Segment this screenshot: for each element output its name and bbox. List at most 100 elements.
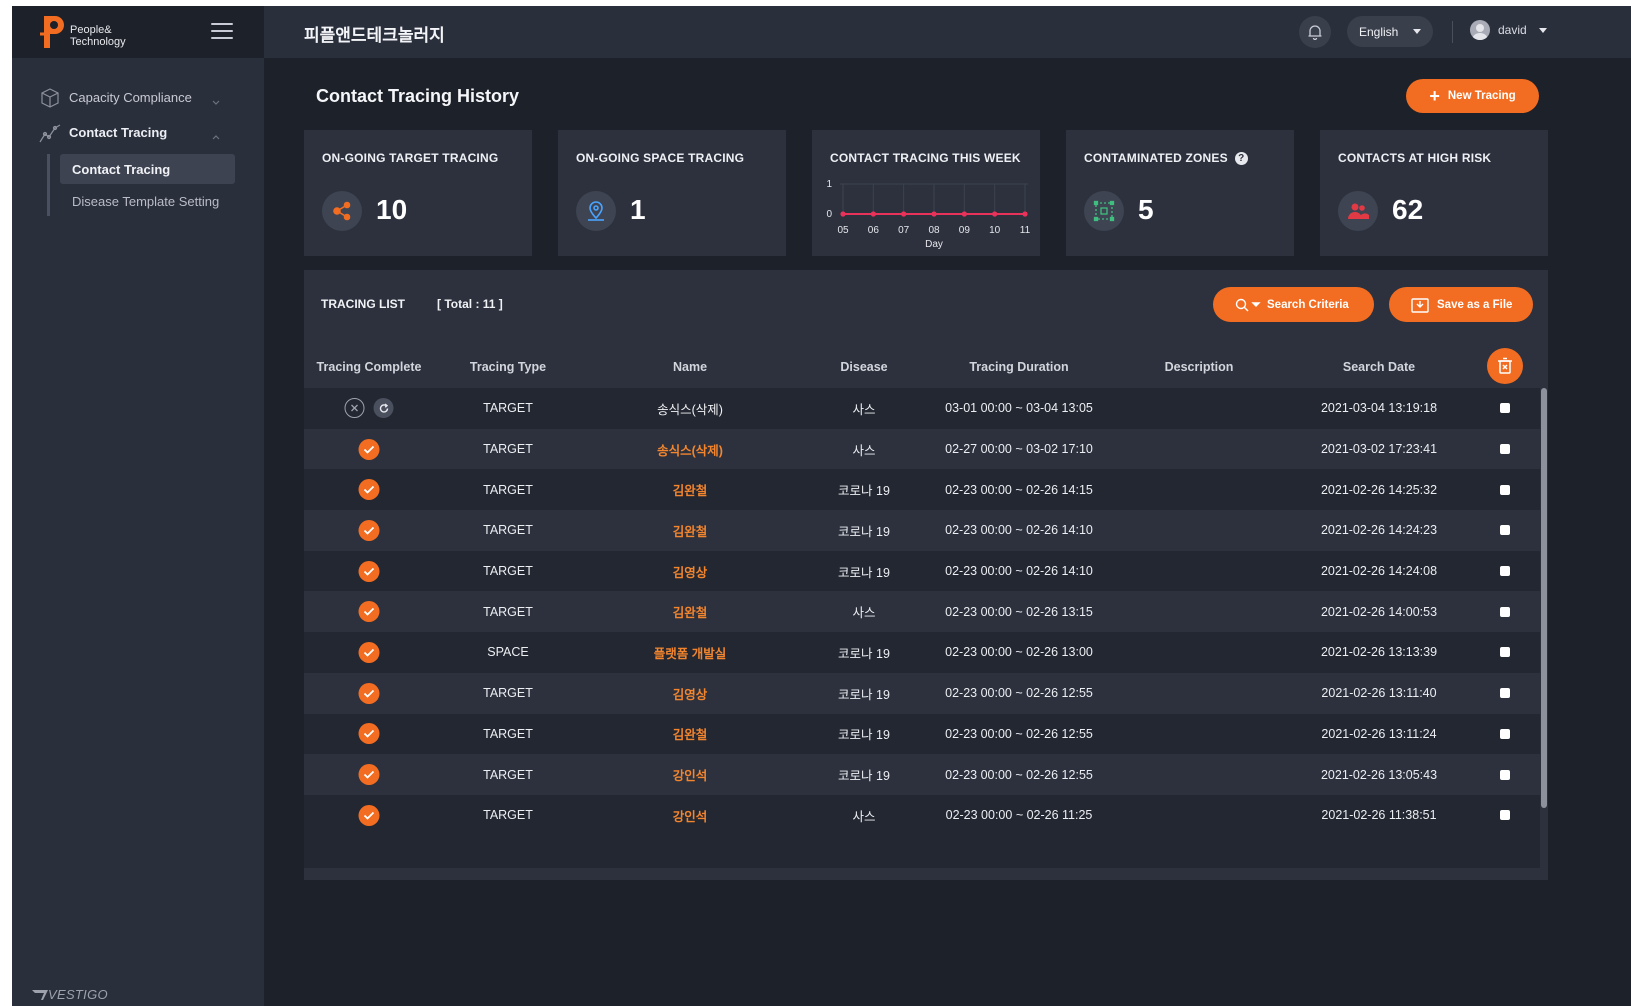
table-row[interactable]: TARGET 김영상 코로나 19 02-23 00:00 ~ 02-26 12:55… [304, 672, 1540, 714]
check-circle-icon[interactable] [358, 479, 380, 501]
row-checkbox[interactable] [1500, 484, 1510, 495]
col-name[interactable]: Name [673, 360, 707, 374]
table-row[interactable]: TARGET 김완철 코로나 19 02-23 00:00 ~ 02-26 14:15… [304, 469, 1540, 511]
row-checkbox[interactable] [1500, 403, 1510, 414]
row-checkbox[interactable] [1500, 728, 1510, 739]
row-checkbox[interactable] [1500, 647, 1510, 658]
chevron-down-icon [212, 93, 220, 108]
vestigo-logo-icon [32, 989, 48, 1000]
col-tracing-complete[interactable]: Tracing Complete [317, 360, 422, 374]
tracing-type-cell: SPACE [487, 645, 529, 660]
brand-logo[interactable]: People& Technology [12, 6, 264, 58]
search-date-cell: 2021-02-26 13:11:40 [1321, 686, 1437, 701]
sidebar-subitem-disease-template[interactable]: Disease Template Setting [60, 186, 235, 216]
search-icon [1235, 298, 1261, 311]
duration-cell: 02-23 00:00 ~ 02-26 12:55 [945, 767, 1093, 782]
help-icon[interactable]: ? [1234, 151, 1248, 165]
sidebar-subitem-contact-tracing[interactable]: Contact Tracing [60, 154, 235, 184]
menu-toggle-icon[interactable] [211, 23, 233, 39]
col-description[interactable]: Description [1165, 360, 1234, 374]
search-criteria-button[interactable]: Search Criteria [1213, 287, 1374, 322]
stop-tracing-icon[interactable] [344, 398, 365, 419]
card-title: ON-GOING TARGET TRACING [322, 151, 499, 165]
chart-y-tick-label: 0 [826, 209, 832, 220]
save-file-button[interactable]: Save as a File [1389, 287, 1533, 322]
table-row[interactable]: TARGET 김완철 코로나 19 02-23 00:00 ~ 02-26 14:10… [304, 510, 1540, 551]
card-weekly-tracing: CONTACT TRACING THIS WEEK 0 1 05 06 07 08 09 10… [812, 130, 1040, 256]
table-scrollbar[interactable] [1540, 388, 1548, 880]
scroll-thumb[interactable] [1541, 388, 1547, 808]
sidebar-item-capacity-compliance[interactable]: Capacity Compliance [12, 80, 264, 115]
col-tracing-type[interactable]: Tracing Type [470, 360, 546, 374]
map-pin-icon [576, 191, 616, 231]
check-circle-icon[interactable] [358, 764, 380, 786]
table-row[interactable]: TARGET 강인석 사스 02-23 00:00 ~ 02-26 11:25 2021… [304, 794, 1540, 836]
row-checkbox[interactable] [1500, 566, 1510, 577]
refresh-icon[interactable] [373, 398, 394, 419]
check-circle-icon[interactable] [358, 601, 380, 623]
chart-y-tick-label: 1 [826, 179, 832, 190]
disease-cell: 코로나 19 [838, 769, 890, 784]
name-cell[interactable]: 김영상 [673, 551, 708, 592]
chevron-up-icon [212, 128, 220, 143]
trash-icon [1498, 357, 1512, 374]
table-row[interactable]: SPACE 플랫폼 개발실 코로나 19 02-23 00:00 ~ 02-26 13… [304, 632, 1540, 673]
name-cell[interactable]: 송식스(삭제) [657, 429, 723, 470]
name-cell[interactable]: 김완철 [673, 469, 708, 510]
table-row[interactable]: TARGET 송식스(삭제) 사스 02-27 00:00 ~ 03-02 17:10… [304, 428, 1540, 470]
row-select-cell [1500, 551, 1510, 592]
card-title: CONTACTS AT HIGH RISK [1338, 151, 1492, 165]
check-circle-icon[interactable] [358, 723, 380, 745]
notification-button[interactable] [1299, 16, 1331, 48]
row-checkbox[interactable] [1500, 810, 1510, 821]
name-cell[interactable]: 김완철 [673, 591, 708, 632]
check-circle-icon[interactable] [358, 682, 380, 704]
table-row[interactable]: TARGET 김완철 코로나 19 02-23 00:00 ~ 02-26 12:55… [304, 713, 1540, 755]
check-circle-icon[interactable] [358, 641, 380, 663]
duration-cell: 03-01 00:00 ~ 03-04 13:05 [945, 401, 1093, 416]
table-row[interactable]: TARGET 김영상 코로나 19 02-23 00:00 ~ 02-26 14:10… [304, 550, 1540, 592]
company-name: 피플앤드테크놀러지 [304, 26, 445, 45]
row-checkbox[interactable] [1500, 688, 1510, 699]
row-select-cell [1500, 388, 1510, 429]
footer-brand: VESTIGO [32, 987, 108, 1002]
sidebar-item-contact-tracing[interactable]: Contact Tracing [12, 115, 264, 150]
col-search-date[interactable]: Search Date [1343, 360, 1415, 374]
check-circle-icon[interactable] [358, 438, 380, 460]
footer-brand-text: VESTIGO [48, 987, 108, 1002]
chart-point [901, 211, 907, 217]
check-circle-icon[interactable] [358, 560, 380, 582]
new-tracing-button[interactable]: + New Tracing [1406, 79, 1539, 113]
table-row[interactable]: TARGET 강인석 코로나 19 02-23 00:00 ~ 02-26 12:55… [304, 754, 1540, 795]
user-menu[interactable]: david [1470, 20, 1547, 40]
tracing-status-cell [358, 673, 380, 714]
table-row[interactable]: TARGET 송식스(삭제) 사스 03-01 00:00 ~ 03-04 13:05… [304, 388, 1540, 429]
check-circle-icon[interactable] [358, 519, 380, 541]
row-checkbox[interactable] [1500, 769, 1510, 780]
tracing-status-cell [358, 714, 380, 755]
duration-cell: 02-23 00:00 ~ 02-26 12:55 [945, 686, 1093, 701]
check-circle-icon[interactable] [358, 804, 380, 826]
row-checkbox[interactable] [1500, 525, 1510, 536]
name-cell[interactable]: 김영상 [673, 673, 708, 714]
duration-cell: 02-23 00:00 ~ 02-26 12:55 [945, 726, 1093, 741]
name-cell[interactable]: 플랫폼 개발실 [654, 632, 726, 673]
name-cell[interactable]: 강인석 [673, 754, 708, 795]
tracing-status-cell [358, 510, 380, 551]
plus-icon: + [1429, 86, 1440, 106]
disease-cell: 사스 [852, 809, 876, 824]
disease-cell: 코로나 19 [838, 565, 890, 580]
name-cell[interactable]: 강인석 [673, 795, 708, 836]
tracing-status-cell [358, 754, 380, 795]
duration-cell: 02-23 00:00 ~ 02-26 14:10 [945, 523, 1093, 538]
col-disease[interactable]: Disease [840, 360, 887, 374]
language-select[interactable]: English [1347, 16, 1433, 47]
row-checkbox[interactable] [1500, 606, 1510, 617]
name-cell[interactable]: 김완철 [673, 510, 708, 551]
col-tracing-duration[interactable]: Tracing Duration [969, 360, 1068, 374]
name-cell[interactable]: 김완철 [673, 714, 708, 755]
table-row[interactable]: TARGET 김완철 사스 02-23 00:00 ~ 02-26 13:15 2021… [304, 591, 1540, 633]
search-date-cell: 2021-02-26 13:05:43 [1320, 767, 1438, 782]
row-checkbox[interactable] [1500, 444, 1510, 455]
delete-selected-button[interactable] [1487, 348, 1523, 384]
